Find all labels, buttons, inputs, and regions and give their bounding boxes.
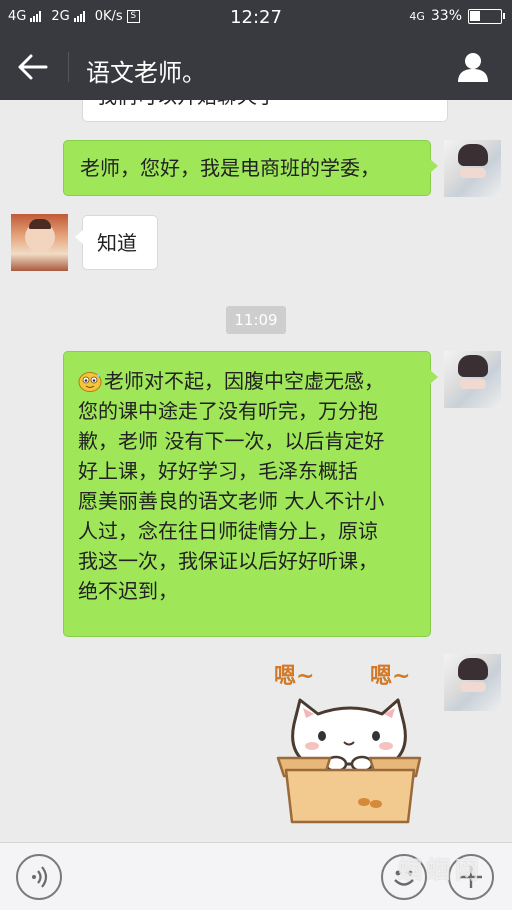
message-text: 老师对不起，因腹中空虚无感， bbox=[104, 369, 384, 393]
message-line: 我这一次，我保证以后好好听课， bbox=[78, 549, 378, 573]
message-line: 好上课，好好学习，毛泽东概括 bbox=[78, 459, 358, 483]
status-right: 4G 33% bbox=[409, 8, 505, 24]
cat-in-box-sticker[interactable]: 嗯~ 嗯~ bbox=[270, 652, 430, 832]
message-bubble-left[interactable]: 我们可以开始聊天了 bbox=[82, 100, 448, 122]
message-line: 您的课中途走了没有听完，万分抱 bbox=[78, 399, 378, 423]
self-avatar[interactable] bbox=[444, 351, 501, 408]
message-text: 我们可以开始聊天了 bbox=[97, 100, 433, 111]
message-line: 歉，老师 没有下一次，以后肯定好 bbox=[78, 429, 385, 453]
message-text: 老师，您好，我是电商班的学委， bbox=[80, 156, 380, 180]
person-icon[interactable] bbox=[456, 51, 490, 83]
teacher-avatar[interactable] bbox=[11, 214, 68, 271]
message-line: 人过，念在往日师徒情分上，原谅 bbox=[78, 519, 378, 543]
message-timestamp: 11:09 bbox=[226, 306, 286, 334]
message-line: 愿美丽善良的语文老师 大人不计小 bbox=[78, 489, 385, 513]
back-arrow-icon[interactable] bbox=[16, 51, 52, 83]
message-bubble-right[interactable]: 老师，您好，我是电商班的学委， bbox=[63, 140, 438, 196]
battery-percent: 33% bbox=[430, 8, 462, 24]
message-bubble-left[interactable]: 知道 bbox=[75, 215, 158, 270]
self-avatar[interactable] bbox=[444, 140, 501, 197]
status-bar: 4G 2G 0K/s S 12:27 4G 33% bbox=[0, 0, 512, 34]
message-line: 绝不迟到， bbox=[78, 579, 178, 603]
voice-icon[interactable] bbox=[16, 854, 62, 900]
self-avatar[interactable] bbox=[444, 654, 501, 711]
message-text: 知道 bbox=[97, 231, 137, 255]
sweat-smile-emoji-icon bbox=[78, 370, 102, 392]
chat-header: 语文老师。 bbox=[0, 34, 512, 100]
battery-icon bbox=[468, 8, 505, 24]
message-line: 老师对不起，因腹中空虚无感， bbox=[78, 366, 416, 396]
header-divider bbox=[68, 52, 69, 82]
chat-area[interactable]: 我们可以开始聊天了 老师，您好，我是电商班的学委， 知道 11:09 老师对不起… bbox=[0, 100, 512, 842]
message-bubble-right[interactable]: 老师对不起，因腹中空虚无感， 您的课中途走了没有听完，万分抱 歉，老师 没有下一… bbox=[63, 351, 438, 637]
network-type-3: 4G bbox=[409, 9, 425, 23]
watermark-logo: 蝈 蝈 网 bbox=[398, 856, 479, 884]
cat-box-drawing bbox=[276, 698, 422, 824]
chat-title: 语文老师。 bbox=[86, 59, 206, 87]
